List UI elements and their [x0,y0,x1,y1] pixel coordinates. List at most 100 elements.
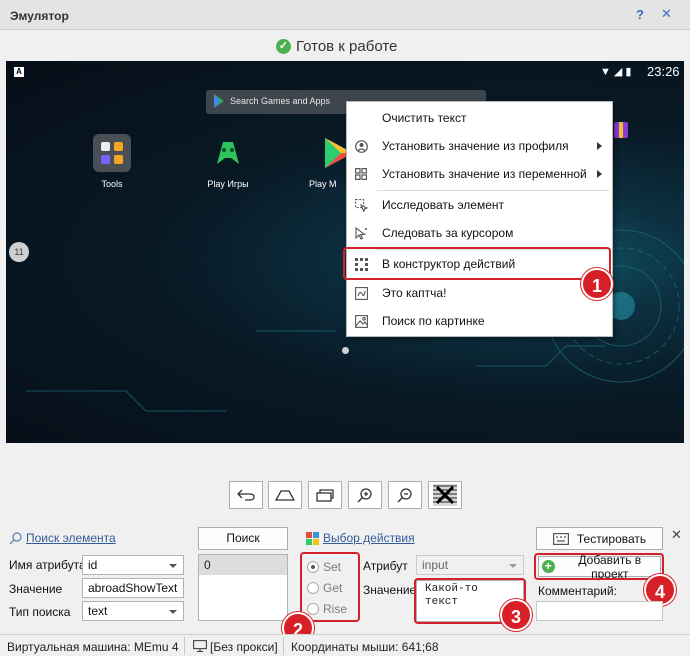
menu-item-label: Установить значение из профиля [382,139,569,153]
mouse-coords: Координаты мыши: 641;68 [291,640,439,654]
value-label: Значение [9,582,63,596]
search-element-link[interactable]: Поиск элемента [26,531,116,545]
screenshot-button[interactable] [428,481,462,509]
menu-item-image-search[interactable]: Поиск по картинке [347,308,612,334]
menu-item-follow-cursor[interactable]: Следовать за курсором [347,220,612,246]
home-button[interactable] [268,481,302,509]
zoom-out-button[interactable] [388,481,422,509]
search-placeholder: Search Games and Apps [230,96,331,106]
test-button-label: Тестировать [576,531,647,546]
status-text: Готов к работе [296,38,398,55]
chevron-down-icon [169,610,177,614]
attr-name-select[interactable]: id [82,555,184,575]
zoom-in-icon [357,488,372,503]
comment-label: Комментарий: [538,584,617,598]
search-type-select[interactable]: text [82,601,184,621]
callout-badge-3: 3 [500,599,532,631]
results-list[interactable]: 0 [198,554,288,621]
attr-name-label: Имя атрибута [9,558,86,572]
menu-item-label: Следовать за курсором [382,226,514,240]
highlight-box-1 [343,247,611,280]
submenu-arrow-icon [597,142,602,150]
android-clock: 23:26 [647,64,680,79]
screenshot-icon [433,484,457,506]
submenu-arrow-icon [597,170,602,178]
status-bar: Виртуальная машина: MEmu 4 [Без прокси] … [0,634,690,656]
menu-separator [377,190,609,191]
back-button[interactable] [229,481,263,509]
search-button[interactable]: Поиск [198,527,288,550]
list-item[interactable]: 0 [199,555,287,575]
search-type-value: text [88,604,108,618]
recent-apps-button[interactable] [308,481,342,509]
captcha-icon [354,286,368,300]
blank-icon [354,111,368,125]
chevron-down-icon [509,564,517,568]
menu-item-clear-text[interactable]: Очистить текст [347,105,612,131]
context-menu: Очистить текст Установить значение из пр… [346,101,613,337]
wifi-signal-battery-icon: ▼◢▮ [600,66,635,78]
back-arrow-icon [237,489,255,501]
close-button[interactable]: ✕ [661,6,672,22]
menu-item-inspect-element[interactable]: Исследовать элемент [347,192,612,218]
check-icon: ✓ [276,39,291,54]
menu-item-label: Это каптча! [382,286,447,300]
chevron-down-icon [169,564,177,568]
inspect-icon [354,198,368,212]
grid-icon [354,167,368,181]
menu-item-label: Поиск по картинке [382,314,485,328]
divider [184,637,185,655]
profile-icon [354,139,368,153]
menu-item-label: Установить значение из переменной [382,167,587,181]
android-status-bar: A ▼◢▮ 23:26 [6,61,684,83]
play-games-label: Play Игры [207,179,249,189]
play-market-label: Play M [309,179,337,189]
recent-apps-icon [316,489,334,502]
panel-close-button[interactable]: ✕ [671,527,682,543]
google-play-icon [214,94,224,108]
highlight-box-2 [300,552,360,622]
callout-badge-1: 1 [581,268,613,300]
tools-app-label: Tools [101,179,123,189]
action-choice-link[interactable]: Выбор действия [323,531,415,545]
divider [283,637,284,655]
value-input-text: abroadShowText [88,581,178,595]
comment-input[interactable] [536,601,663,621]
action-choice-icon [306,531,319,545]
window-title: Эмулятор [10,9,69,23]
menu-item-value-from-variable[interactable]: Установить значение из переменной [347,161,612,187]
notification-icon: A [14,67,24,77]
proxy-status: [Без прокси] [210,640,278,654]
help-button[interactable]: ? [636,7,644,22]
attribute-label: Атрибут [363,559,408,573]
zoom-in-button[interactable] [348,481,382,509]
value2-label: Значение [363,583,417,597]
status-line: ✓ Готов к работе [276,38,397,55]
vm-status: Виртуальная машина: MEmu 4 [7,640,179,654]
menu-item-captcha[interactable]: Это каптча! [347,280,612,306]
window-titlebar: Эмулятор ? ✕ [0,0,690,30]
attribute-value: input [422,558,449,572]
search-type-label: Тип поиска [9,605,71,619]
volume-badge: 11 [9,242,29,262]
gift-icon[interactable] [614,122,628,138]
search-icon [9,531,22,544]
value-input[interactable]: abroadShowText [82,578,184,598]
zoom-out-icon [397,488,412,503]
menu-item-label: Очистить текст [382,111,467,125]
search-element-link-group[interactable]: Поиск элемента [9,531,116,545]
attribute-select[interactable]: input [416,555,524,575]
page-indicator-dot [342,347,349,354]
attr-name-value: id [88,558,98,572]
action-choice-link-group[interactable]: Выбор действия [306,531,415,545]
cursor-follow-icon [354,226,368,240]
menu-item-label: Исследовать элемент [382,198,505,212]
test-button[interactable]: Тестировать [536,527,663,550]
home-icon [275,490,295,501]
play-games-icon[interactable] [209,134,247,172]
menu-item-value-from-profile[interactable]: Установить значение из профиля [347,133,612,159]
keyboard-icon [552,532,569,545]
image-search-icon [354,314,368,328]
proxy-icon [193,640,207,652]
tools-app-icon[interactable] [93,134,131,172]
